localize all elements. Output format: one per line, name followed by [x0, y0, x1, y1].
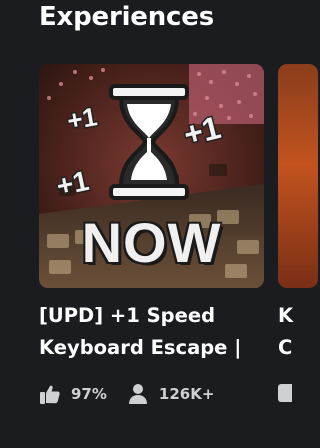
user-icon: [128, 384, 147, 404]
next-experience-name-line2: C: [278, 336, 293, 359]
experience-thumbnail[interactable]: +1 +1 +1 NOW: [39, 64, 264, 288]
experience-name-line2: Keyboard Escape |: [39, 336, 242, 359]
experience-name-line1: [UPD] +1 Speed: [39, 304, 216, 327]
players-value: 126K+: [158, 385, 215, 403]
next-experience-name-line1: K: [278, 304, 294, 327]
next-experience-card[interactable]: K C: [278, 64, 318, 402]
next-experience-thumbnail[interactable]: [278, 64, 318, 288]
next-experience-name: K C: [278, 300, 318, 364]
experience-card[interactable]: +1 +1 +1 NOW [UPD] +1 Speed Keyboard Esc…: [39, 64, 264, 408]
players-stat: 126K+: [127, 383, 215, 405]
plus-one-text: +1: [180, 109, 224, 153]
plus-one-text: +1: [65, 101, 99, 136]
section-title: Experiences: [39, 2, 214, 32]
next-thumbs-up-icon: [278, 384, 292, 402]
plus-one-text: +1: [54, 165, 92, 202]
thumbnail-now-text: NOW: [81, 211, 222, 274]
rating-value: 97%: [71, 385, 107, 403]
experience-stats: 97% 126K+: [39, 380, 264, 408]
experience-name[interactable]: [UPD] +1 Speed Keyboard Escape |: [39, 300, 279, 364]
rating-stat: 97%: [39, 383, 107, 405]
thumbs-up-icon: [40, 385, 60, 404]
